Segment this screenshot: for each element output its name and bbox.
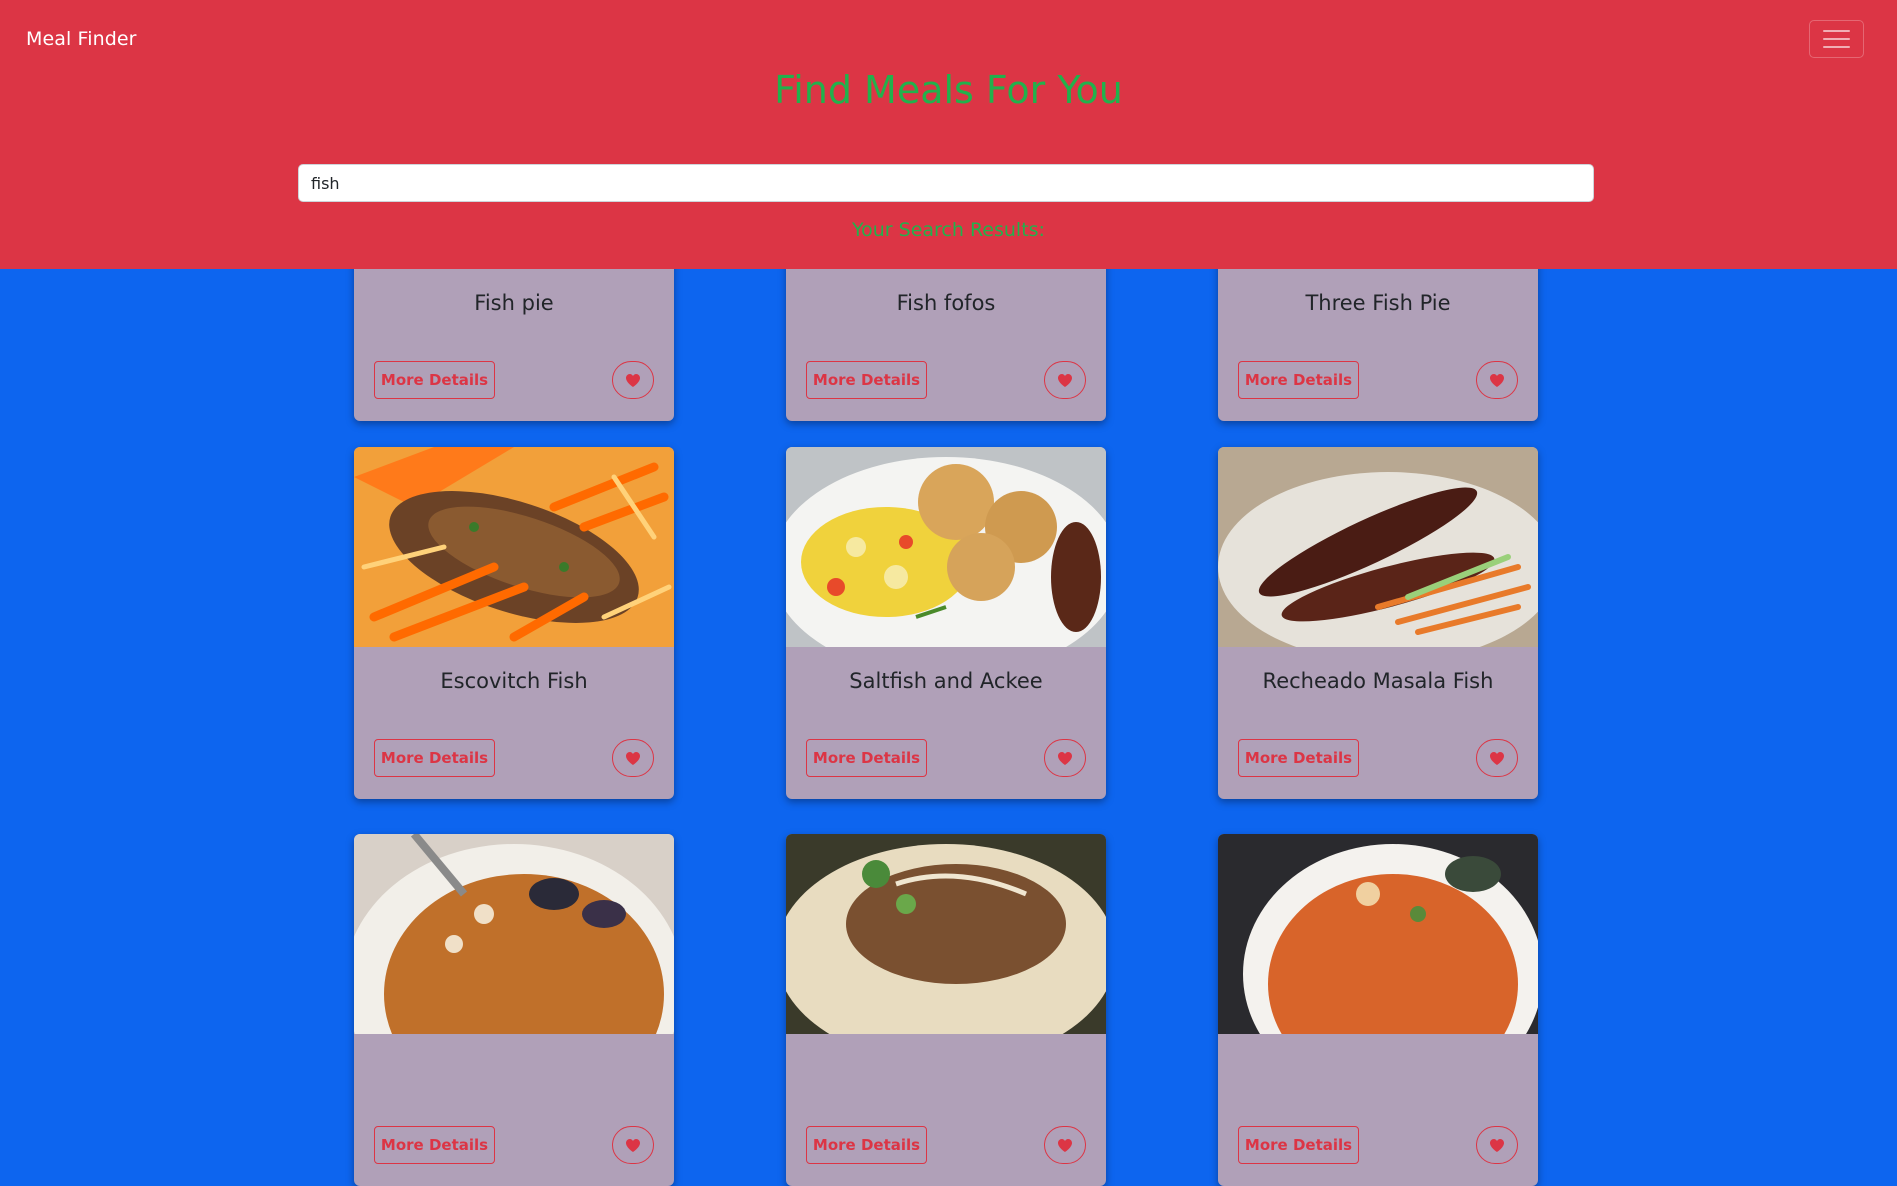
heart-icon bbox=[1490, 373, 1504, 387]
more-details-button[interactable]: More Details bbox=[806, 739, 927, 777]
meal-image[interactable] bbox=[354, 447, 674, 647]
meal-card: Saltfish and Ackee More Details bbox=[786, 447, 1106, 799]
meal-name: Fish fofos bbox=[896, 291, 996, 315]
heart-icon bbox=[1058, 1138, 1072, 1152]
meal-name bbox=[786, 1056, 1106, 1086]
meal-name: Fish pie bbox=[474, 291, 554, 315]
meal-name: Three Fish Pie bbox=[1305, 291, 1451, 315]
more-details-button[interactable]: More Details bbox=[1238, 1126, 1359, 1164]
heart-icon bbox=[1058, 373, 1072, 387]
meal-card: More Details bbox=[354, 834, 674, 1186]
meal-name: Recheado Masala Fish bbox=[1262, 669, 1494, 693]
more-details-button[interactable]: More Details bbox=[1238, 739, 1359, 777]
favorite-button[interactable] bbox=[1476, 739, 1518, 777]
heart-icon bbox=[1490, 751, 1504, 765]
meal-image[interactable] bbox=[786, 447, 1106, 647]
more-details-button[interactable]: More Details bbox=[806, 361, 927, 399]
favorite-button[interactable] bbox=[1044, 1126, 1086, 1164]
meal-name bbox=[1218, 1056, 1538, 1086]
menu-toggle-button[interactable] bbox=[1809, 20, 1864, 58]
favorite-button[interactable] bbox=[612, 739, 654, 777]
meal-card: More Details bbox=[786, 834, 1106, 1186]
meal-name: Saltfish and Ackee bbox=[849, 669, 1043, 693]
page-title: Find Meals For You bbox=[774, 68, 1123, 112]
hamburger-menu-icon bbox=[1823, 29, 1850, 49]
heart-icon bbox=[1058, 751, 1072, 765]
meal-card: More Details bbox=[1218, 834, 1538, 1186]
meal-image[interactable] bbox=[1218, 834, 1538, 1034]
heart-icon bbox=[1490, 1138, 1504, 1152]
favorite-button[interactable] bbox=[1476, 361, 1518, 399]
meal-name: Escovitch Fish bbox=[440, 669, 588, 693]
more-details-button[interactable]: More Details bbox=[374, 1126, 495, 1164]
more-details-button[interactable]: More Details bbox=[1238, 361, 1359, 399]
meal-card: Escovitch Fish More Details bbox=[354, 447, 674, 799]
more-details-button[interactable]: More Details bbox=[374, 739, 495, 777]
meal-card: Recheado Masala Fish More Details bbox=[1218, 447, 1538, 799]
search-input[interactable] bbox=[298, 164, 1594, 202]
header: Meal Finder Find Meals For You Your Sear… bbox=[0, 0, 1897, 269]
heart-icon bbox=[626, 373, 640, 387]
favorite-button[interactable] bbox=[612, 1126, 654, 1164]
favorite-button[interactable] bbox=[1044, 739, 1086, 777]
meal-name bbox=[354, 1056, 674, 1086]
results-label: Your Search Results: bbox=[852, 219, 1045, 241]
favorite-button[interactable] bbox=[1476, 1126, 1518, 1164]
favorite-button[interactable] bbox=[612, 361, 654, 399]
more-details-button[interactable]: More Details bbox=[374, 361, 495, 399]
favorite-button[interactable] bbox=[1044, 361, 1086, 399]
brand-logo[interactable]: Meal Finder bbox=[26, 28, 137, 50]
heart-icon bbox=[626, 1138, 640, 1152]
meal-image[interactable] bbox=[786, 834, 1106, 1034]
more-details-button[interactable]: More Details bbox=[806, 1126, 927, 1164]
meal-image[interactable] bbox=[354, 834, 674, 1034]
heart-icon bbox=[626, 751, 640, 765]
meal-image[interactable] bbox=[1218, 447, 1538, 647]
